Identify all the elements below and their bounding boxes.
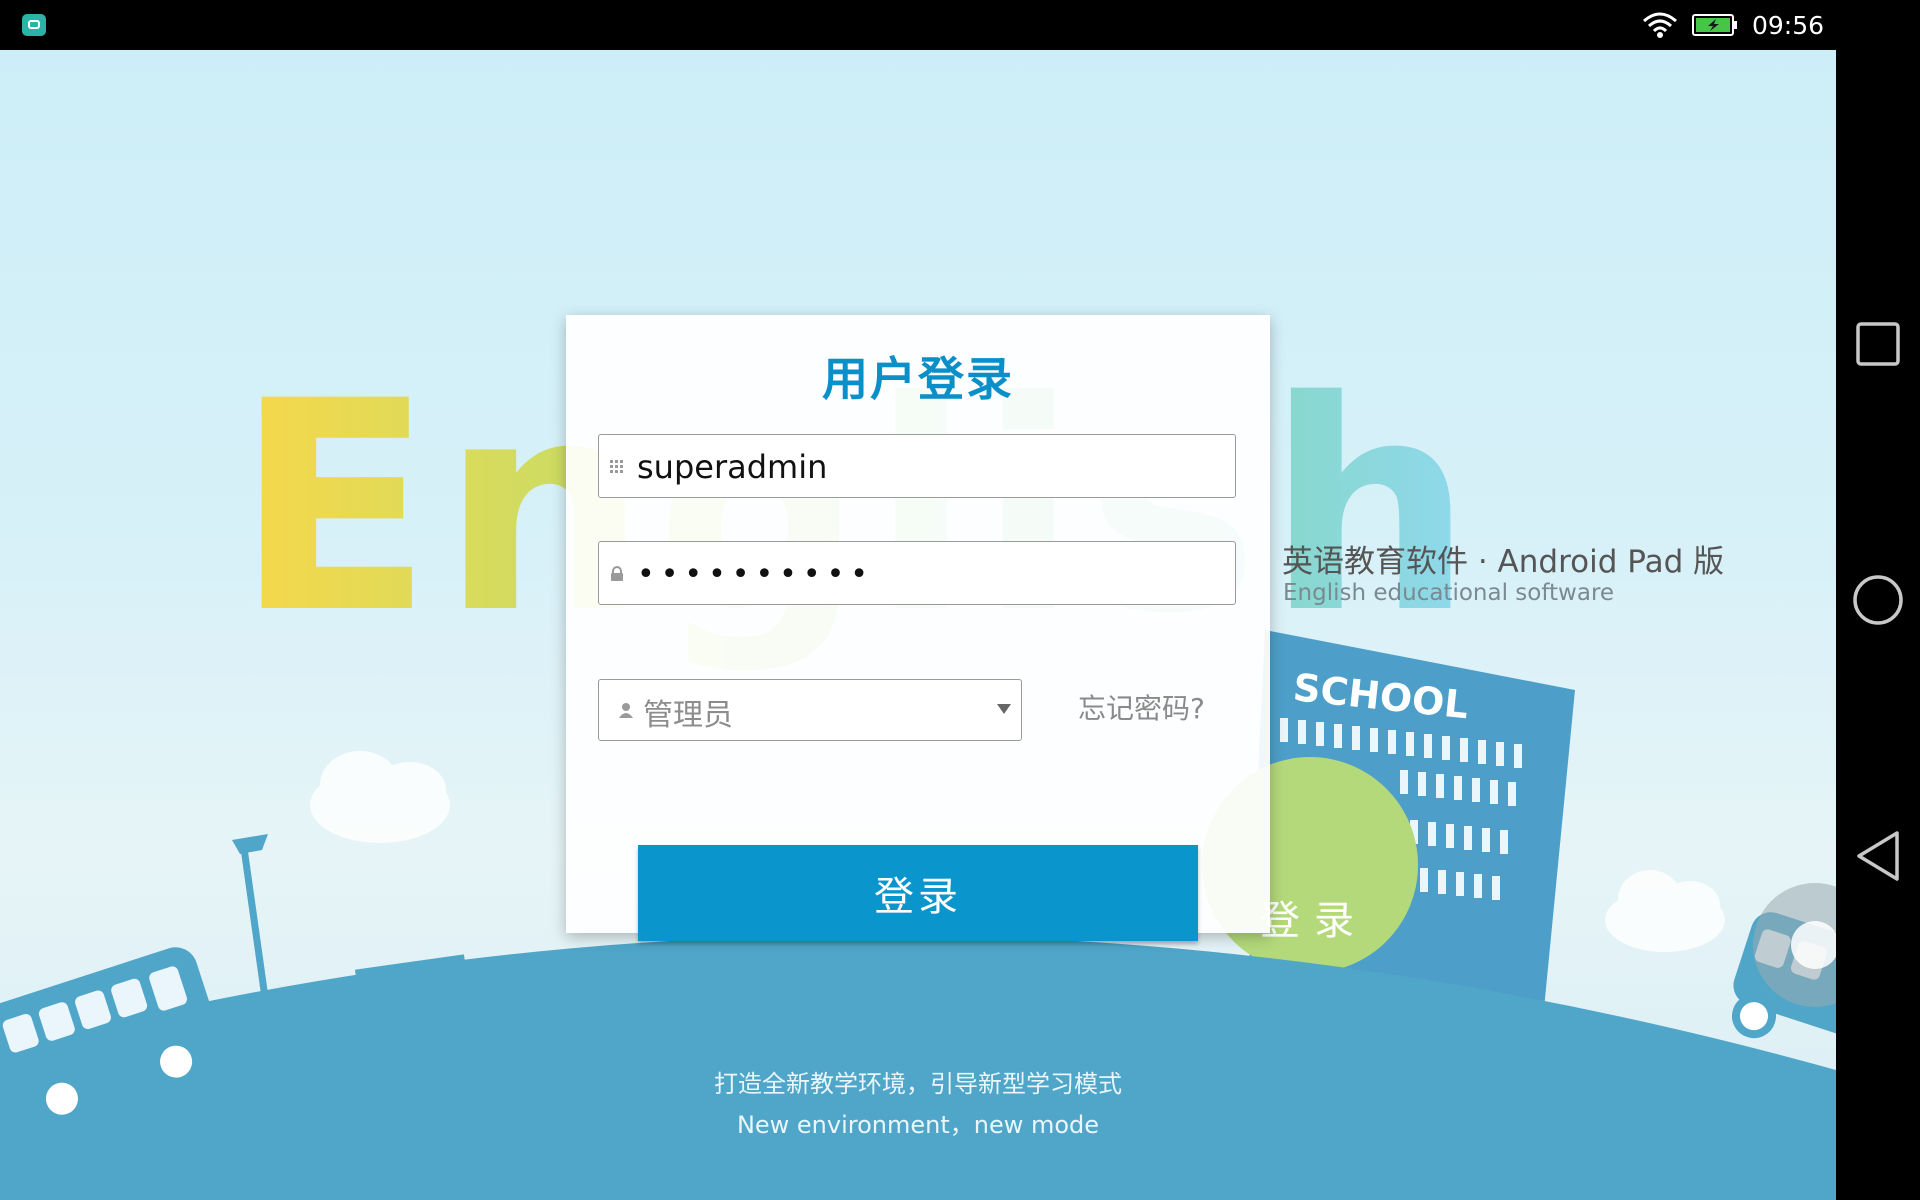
bottom-slogan-english: New environment，new mode <box>736 1111 1100 1139</box>
login-dialog: 用户登录 管理员 <box>566 315 1270 941</box>
triangle-back-icon <box>1857 831 1899 881</box>
circle-home-icon <box>1853 575 1903 625</box>
navigation-bar <box>1836 0 1920 1200</box>
circle-login-label[interactable]: 登录 <box>1260 888 1368 946</box>
home-button[interactable] <box>1836 558 1920 642</box>
role-selected-value: 管理员 <box>643 698 733 733</box>
square-recent-apps-icon <box>1856 322 1900 366</box>
lamp-post <box>232 834 299 1010</box>
cloud-left <box>310 751 450 843</box>
login-button[interactable]: 登录 <box>638 845 1198 941</box>
battery-charging-icon <box>1691 14 1737 36</box>
forgot-password-link[interactable]: 忘记密码? <box>1078 687 1205 727</box>
tagline-chinese: 英语教育软件 · Android Pad 版 <box>1282 544 1725 580</box>
status-right: 09:56 <box>1642 0 1824 50</box>
status-bar: 09:56 <box>0 0 1836 50</box>
keypad-icon <box>610 460 623 473</box>
clock: 09:56 <box>1751 10 1824 40</box>
password-field[interactable] <box>598 541 1236 606</box>
lock-icon <box>611 566 623 581</box>
back-button[interactable] <box>1836 814 1920 898</box>
android-app-icon <box>22 14 46 36</box>
bottom-slogan-chinese: 打造全新教学环境，引导新型学习模式 <box>714 1070 1122 1098</box>
recent-apps-button[interactable] <box>1836 302 1920 386</box>
username-input[interactable] <box>635 435 1229 499</box>
role-select[interactable]: 管理员 <box>598 679 1022 741</box>
dropdown-arrow-icon <box>997 704 1011 714</box>
app-screen: English SCHOOL <box>0 50 1836 1200</box>
username-field[interactable] <box>598 434 1236 499</box>
tagline-english: English educational software <box>1283 580 1615 606</box>
dialog-title: 用户登录 <box>822 352 1014 406</box>
user-icon <box>619 703 633 718</box>
password-input[interactable] <box>635 542 1229 606</box>
cloud-right <box>1605 870 1725 952</box>
wifi-icon <box>1642 12 1677 38</box>
